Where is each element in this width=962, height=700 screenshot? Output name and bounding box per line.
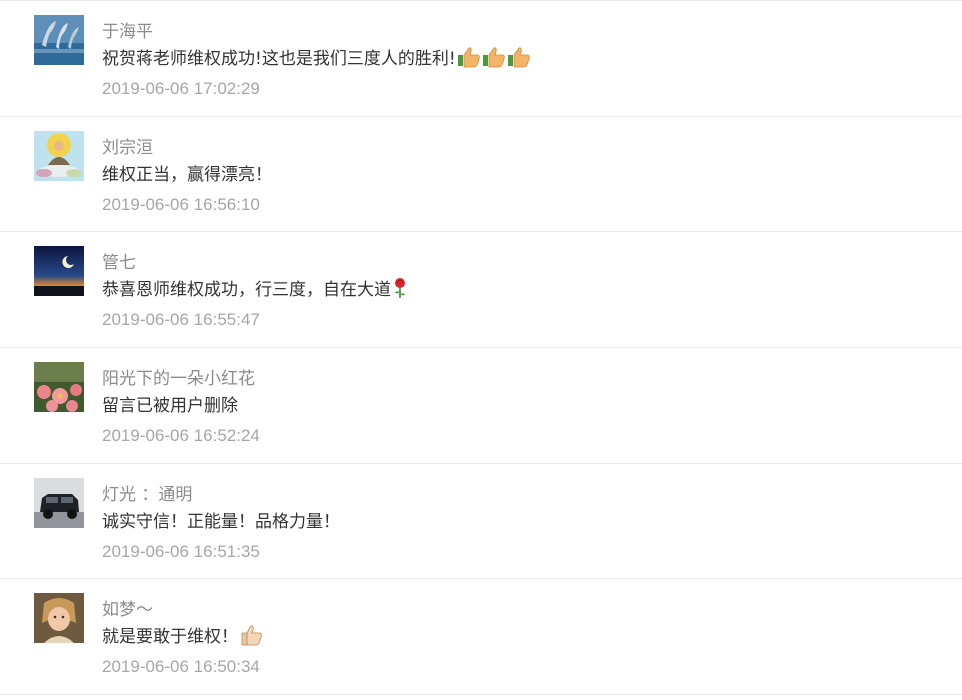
comment-item: 于海平 祝贺蒋老师维权成功!这也是我们三度人的胜利! 2019-06-06 17… [0,0,962,115]
avatar[interactable] [34,362,84,412]
dolphins-avatar-icon [34,15,84,65]
avatar[interactable] [34,246,84,296]
comment-author[interactable]: 于海平 [102,17,153,42]
comment-author[interactable]: 灯光 ：通明 [102,480,192,505]
comment-text-content: 恭喜恩师维权成功，行三度，自在大道 [102,280,391,300]
comment-text: 留言已被用户删除 [102,396,238,416]
thumbs-up-icon [239,623,263,652]
comment-text: 诚实守信！正能量！品格力量！ [102,512,340,532]
avatar[interactable] [34,131,84,181]
flowers-avatar-icon [34,362,84,412]
child-avatar-icon [34,593,84,643]
thumbs-up-icon [457,46,481,73]
comment-text-content: 祝贺蒋老师维权成功!这也是我们三度人的胜利! [102,49,456,69]
thumbs-up-icon [507,46,531,73]
avatar[interactable] [34,593,84,643]
comment-item: 管七 恭喜恩师维权成功，行三度，自在大道 2019-06-06 16:55:47 [0,231,962,346]
comment-text: 就是要敢于维权！ [102,622,263,652]
avatar[interactable] [34,478,84,528]
comment-item: 如梦～ 就是要敢于维权！ 2019-06-06 16:50:34 [0,578,962,693]
comment-timestamp: 2019-06-06 16:51:35 [102,542,260,561]
avatar[interactable] [34,15,84,65]
comment-item: 刘宗洹 维权正当，赢得漂亮！ 2019-06-06 16:56:10 [0,116,962,231]
comment-author[interactable]: 刘宗洹 [102,133,153,158]
comment-author[interactable]: 如梦～ [102,595,153,620]
thumbs-up-icon [482,46,506,73]
buddha-avatar-icon [34,131,84,181]
comment-item: 灯光 ：通明 诚实守信！正能量！品格力量！ 2019-06-06 16:51:3… [0,463,962,578]
comment-text-content: 就是要敢于维权！ [102,627,238,647]
comment-timestamp: 2019-06-06 16:50:34 [102,657,260,676]
comment-timestamp: 2019-06-06 17:02:29 [102,79,260,98]
comment-timestamp: 2019-06-06 16:55:47 [102,310,260,329]
comment-text: 祝贺蒋老师维权成功!这也是我们三度人的胜利! [102,44,531,73]
comment-author[interactable]: 阳光下的一朵小红花 [102,364,255,389]
comment-list: 于海平 祝贺蒋老师维权成功!这也是我们三度人的胜利! 2019-06-06 17… [0,0,962,700]
comment-item: 阳光下的一朵小红花 留言已被用户删除 2019-06-06 16:52:24 [0,347,962,462]
car-avatar-icon [34,478,84,528]
comment-text: 维权正当，赢得漂亮！ [102,165,272,185]
comment-timestamp: 2019-06-06 16:56:10 [102,195,260,214]
comment-text: 恭喜恩师维权成功，行三度，自在大道 [102,275,408,304]
rose-icon [392,277,408,304]
divider [0,694,962,695]
comment-timestamp: 2019-06-06 16:52:24 [102,426,260,445]
night-sky-avatar-icon [34,246,84,296]
comment-author[interactable]: 管七 [102,248,136,273]
